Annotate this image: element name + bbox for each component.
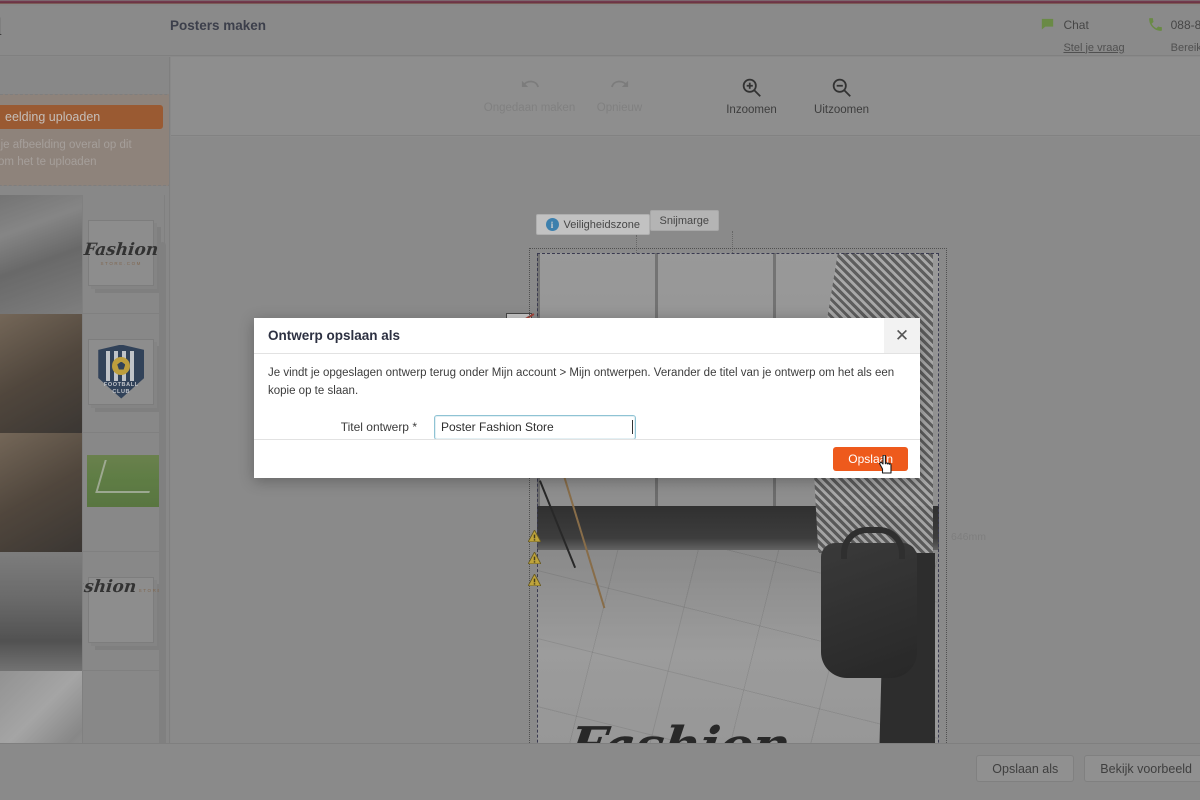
close-icon[interactable]: ✕ [884, 318, 920, 353]
modal-footer: Opslaan [254, 439, 920, 478]
save-button[interactable]: Opslaan [833, 447, 908, 471]
modal-title: Ontwerp opslaan als [268, 328, 401, 343]
design-title-input[interactable] [434, 414, 636, 440]
application-window: nl Posters maken Chat Stel je vraag [0, 0, 1200, 800]
modal-description: Je vindt je opgeslagen ontwerp terug ond… [268, 367, 895, 397]
modal-body: Je vindt je opgeslagen ontwerp terug ond… [254, 354, 920, 440]
title-field-row: Titel ontwerp * [268, 414, 906, 440]
mouse-cursor-pointer [878, 454, 893, 474]
text-cursor [632, 420, 633, 435]
save-design-modal: Ontwerp opslaan als ✕ Je vindt je opgesl… [254, 318, 920, 478]
title-field-label: Titel ontwerp * [340, 420, 417, 435]
modal-header: Ontwerp opslaan als ✕ [254, 318, 920, 354]
